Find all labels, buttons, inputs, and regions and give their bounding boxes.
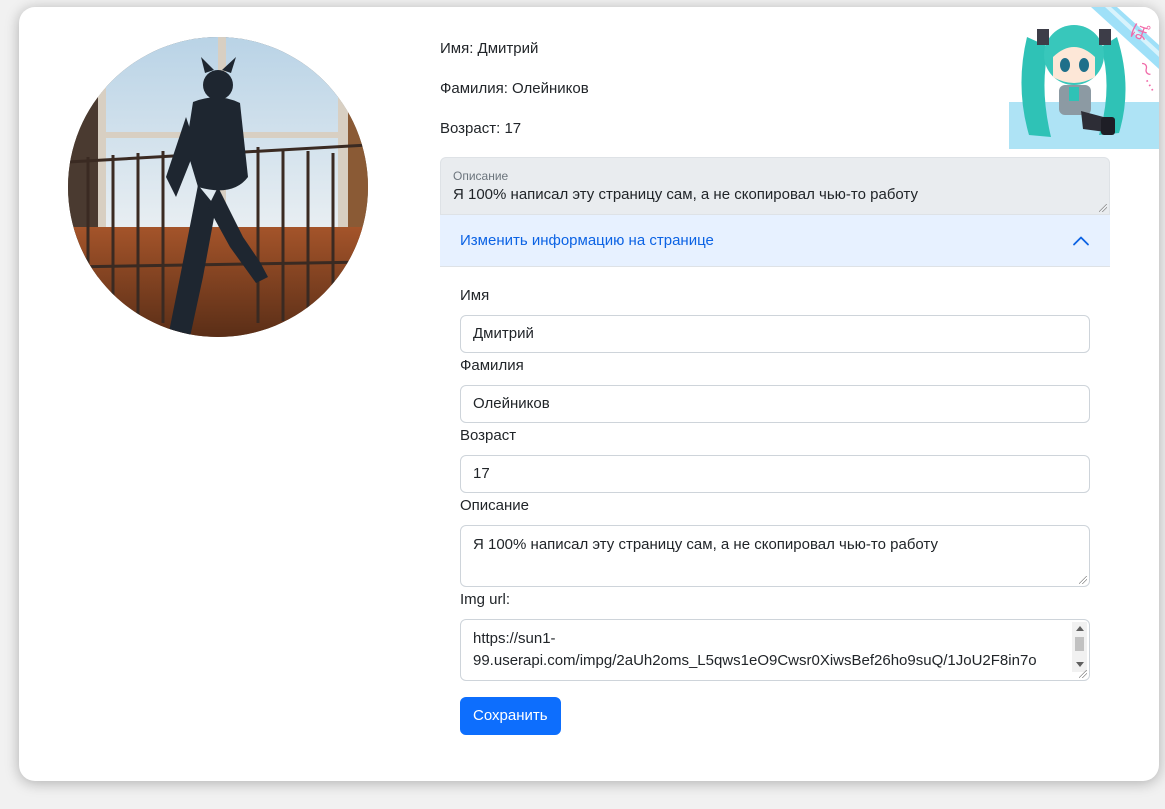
resize-grip-icon[interactable] (1079, 576, 1087, 584)
avatar-photo (68, 37, 368, 337)
img-url-scrollbar[interactable] (1072, 622, 1087, 672)
scroll-up-arrow-icon[interactable] (1076, 626, 1084, 631)
resize-grip-icon (1099, 204, 1107, 212)
chevron-up-icon (1073, 236, 1089, 245)
scroll-thumb[interactable] (1075, 637, 1084, 651)
age-label: Возраст (460, 427, 517, 444)
img-url-label: Img url: (460, 591, 511, 608)
description-display-label: Описание (453, 169, 509, 183)
profile-card: ぽ 〜… Имя: Дмитрий Фамилия: Олейников Воз… (19, 7, 1159, 781)
last-name-display: Фамилия: Олейников (440, 80, 589, 97)
description-display: Описание Я 100% написал эту страницу сам… (440, 157, 1110, 215)
accordion-title: Изменить информацию на странице (460, 232, 714, 249)
description-textarea-value: Я 100% написал эту страницу сам, а не ск… (473, 536, 938, 553)
scroll-down-arrow-icon[interactable] (1076, 662, 1084, 667)
description-label: Описание (460, 497, 530, 514)
resize-grip-icon[interactable] (1079, 670, 1087, 678)
description-display-text: Я 100% написал эту страницу сам, а не ск… (453, 186, 918, 203)
img-url-value-line-1: https://sun1- (473, 630, 556, 647)
img-url-textarea[interactable]: https://sun1- 99.userapi.com/impg/2aUh2o… (460, 619, 1090, 681)
img-url-value-line-2: 99.userapi.com/impg/2aUh2oms_L5qws1eO9Cw… (473, 652, 1037, 669)
age-display: Возраст: 17 (440, 120, 522, 137)
last-name-label: Фамилия (460, 357, 524, 374)
edit-info-accordion-toggle[interactable]: Изменить информацию на странице (440, 215, 1110, 267)
last-name-input[interactable]: Олейников (460, 385, 1090, 423)
anime-character-sticker-icon: ぽ 〜… (1009, 7, 1159, 149)
first-name-label: Имя (460, 287, 490, 304)
first-name-input[interactable]: Дмитрий (460, 315, 1090, 353)
description-textarea[interactable]: Я 100% написал эту страницу сам, а не ск… (460, 525, 1090, 587)
anime-sticker: ぽ 〜… (1009, 7, 1159, 149)
age-input[interactable]: 17 (460, 455, 1090, 493)
save-button[interactable]: Сохранить (460, 697, 561, 735)
first-name-display: Имя: Дмитрий (440, 40, 539, 57)
avatar (68, 37, 368, 337)
